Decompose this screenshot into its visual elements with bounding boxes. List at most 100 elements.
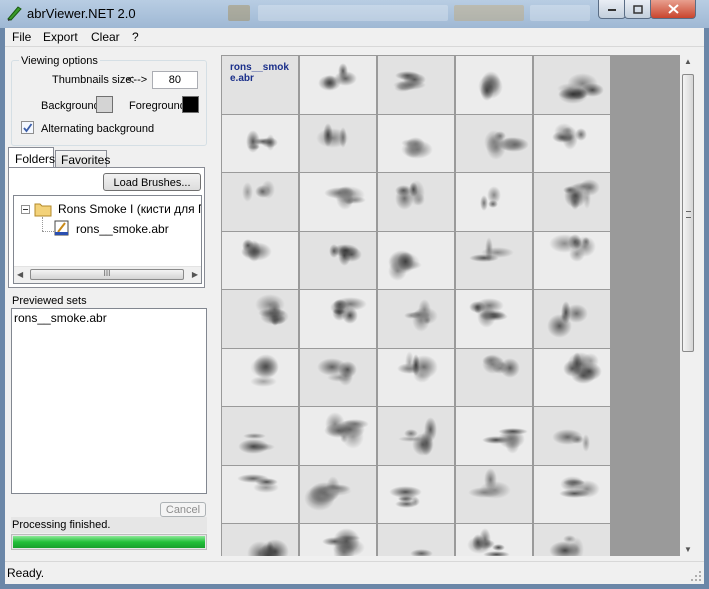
maximize-button[interactable] [624, 0, 652, 19]
minimize-button[interactable] [598, 0, 626, 19]
progress-fill [13, 536, 205, 548]
brush-thumbnail[interactable] [534, 173, 610, 231]
horizontal-scroll-thumb[interactable]: III [30, 269, 184, 280]
brush-thumbnail[interactable] [534, 524, 610, 556]
brush-thumbnail[interactable] [456, 290, 532, 348]
brush-thumbnail[interactable] [378, 465, 454, 523]
progress-bar [11, 534, 207, 550]
brush-thumbnail[interactable] [300, 173, 376, 231]
load-brushes-button[interactable]: Load Brushes... [103, 173, 201, 191]
blurred-background [454, 5, 524, 21]
brush-thumbnail[interactable] [534, 407, 610, 465]
brush-thumbnail[interactable] [222, 407, 298, 465]
brush-thumbnail[interactable] [456, 524, 532, 556]
background-color-swatch[interactable] [96, 96, 113, 113]
brush-thumbnail[interactable] [222, 290, 298, 348]
brush-thumbnail[interactable] [300, 407, 376, 465]
title-bar: abrViewer.NET 2.0 [0, 0, 709, 28]
brush-thumbnail[interactable] [456, 231, 532, 289]
foreground-color-swatch[interactable] [182, 96, 199, 113]
thumbnail-size-value: 80 [168, 74, 181, 86]
processing-status-label: Processing finished. [12, 519, 111, 531]
brush-thumbnail[interactable] [378, 524, 454, 556]
brush-thumbnail[interactable] [534, 348, 610, 406]
brush-thumbnail[interactable] [534, 114, 610, 172]
cancel-button[interactable]: Cancel [160, 502, 206, 517]
scroll-right-icon[interactable]: ▶ [192, 270, 198, 279]
close-icon [667, 4, 679, 14]
blurred-background [258, 5, 448, 21]
brush-thumbnail[interactable] [534, 290, 610, 348]
window-title: abrViewer.NET 2.0 [27, 6, 136, 21]
menu-file[interactable]: File [12, 30, 31, 44]
previewed-sets-label: Previewed sets [12, 295, 87, 307]
scroll-left-icon[interactable]: ◀ [17, 270, 23, 279]
brush-thumbnail[interactable] [222, 231, 298, 289]
brush-thumbnail[interactable] [378, 173, 454, 231]
abr-file-icon [54, 220, 69, 236]
tree-file-label[interactable]: rons__smoke.abr [76, 222, 169, 236]
brush-thumbnail[interactable] [456, 56, 532, 114]
brush-thumbnail[interactable] [534, 231, 610, 289]
status-text: Ready. [7, 566, 45, 580]
brush-thumbnail[interactable] [378, 114, 454, 172]
menu-clear[interactable]: Clear [91, 30, 120, 44]
blurred-taskbar-icon [228, 5, 250, 21]
brush-thumbnail[interactable] [378, 348, 454, 406]
brush-thumbnail[interactable] [534, 56, 610, 114]
brush-thumbnail[interactable] [300, 348, 376, 406]
brush-thumbnail[interactable] [300, 465, 376, 523]
brush-thumbnail[interactable]: rons__smok e.abr [222, 56, 298, 114]
brush-thumbnail[interactable] [534, 465, 610, 523]
brush-thumbnail[interactable] [378, 407, 454, 465]
thumbnail-size-label: Thumbnails size: [52, 74, 135, 86]
thumbnail-size-input[interactable]: 80 [152, 71, 198, 89]
brush-thumbnail[interactable] [300, 56, 376, 114]
tab-favorites[interactable]: Favorites [55, 150, 110, 168]
scroll-down-icon[interactable]: ▼ [684, 545, 692, 554]
brush-thumbnail[interactable] [378, 231, 454, 289]
brush-thumbnail[interactable] [456, 407, 532, 465]
previewed-set-item[interactable]: rons__smoke.abr [14, 311, 107, 325]
brush-thumbnail[interactable] [456, 173, 532, 231]
menu-help[interactable]: ? [132, 30, 139, 44]
menu-bar: File Export Clear ? [5, 28, 704, 47]
vertical-scroll-thumb[interactable] [682, 74, 694, 352]
minimize-icon [608, 9, 616, 11]
maximize-icon [633, 4, 643, 14]
brush-thumbnail[interactable] [222, 465, 298, 523]
alternating-background-label: Alternating background [41, 123, 155, 135]
viewing-options-legend: Viewing options [19, 55, 100, 67]
thumbnail-grid: rons__smok e.abr [221, 55, 680, 556]
blurred-background [530, 5, 590, 21]
tab-folders[interactable]: Folders [8, 147, 55, 168]
brush-thumbnail[interactable] [222, 173, 298, 231]
brush-thumbnail[interactable] [300, 114, 376, 172]
brush-thumbnail[interactable] [456, 348, 532, 406]
close-button[interactable] [650, 0, 696, 19]
vertical-scrollbar[interactable]: ▲ ▼ [680, 55, 696, 556]
brush-thumbnail[interactable] [300, 524, 376, 556]
alternating-background-checkbox[interactable] [21, 121, 34, 134]
brush-set-label: rons__smok e.abr [230, 62, 289, 84]
brush-thumbnail[interactable] [222, 348, 298, 406]
previewed-sets-list[interactable]: rons__smoke.abr [11, 308, 207, 494]
brush-thumbnail[interactable] [378, 56, 454, 114]
processing-status-area: Processing finished. [11, 517, 207, 533]
brush-thumbnail[interactable] [456, 465, 532, 523]
brush-thumbnail[interactable] [300, 231, 376, 289]
menu-export[interactable]: Export [43, 30, 78, 44]
tree-folder-label[interactable]: Rons Smoke I (кисти для ПП) [58, 202, 201, 216]
brush-thumbnail[interactable] [456, 114, 532, 172]
brush-thumbnail[interactable] [378, 290, 454, 348]
collapse-icon[interactable] [21, 205, 30, 214]
foreground-label: Foreground: [129, 100, 189, 112]
thumbnail-size-arrow: <--> [127, 74, 148, 86]
folder-icon [34, 203, 52, 217]
brush-thumbnail[interactable] [300, 290, 376, 348]
horizontal-scrollbar[interactable]: ◀ III ▶ [14, 266, 201, 283]
scroll-up-icon[interactable]: ▲ [684, 57, 692, 66]
brush-thumbnail[interactable] [222, 114, 298, 172]
brush-thumbnail[interactable] [222, 524, 298, 556]
resize-grip-icon[interactable] [690, 570, 702, 582]
